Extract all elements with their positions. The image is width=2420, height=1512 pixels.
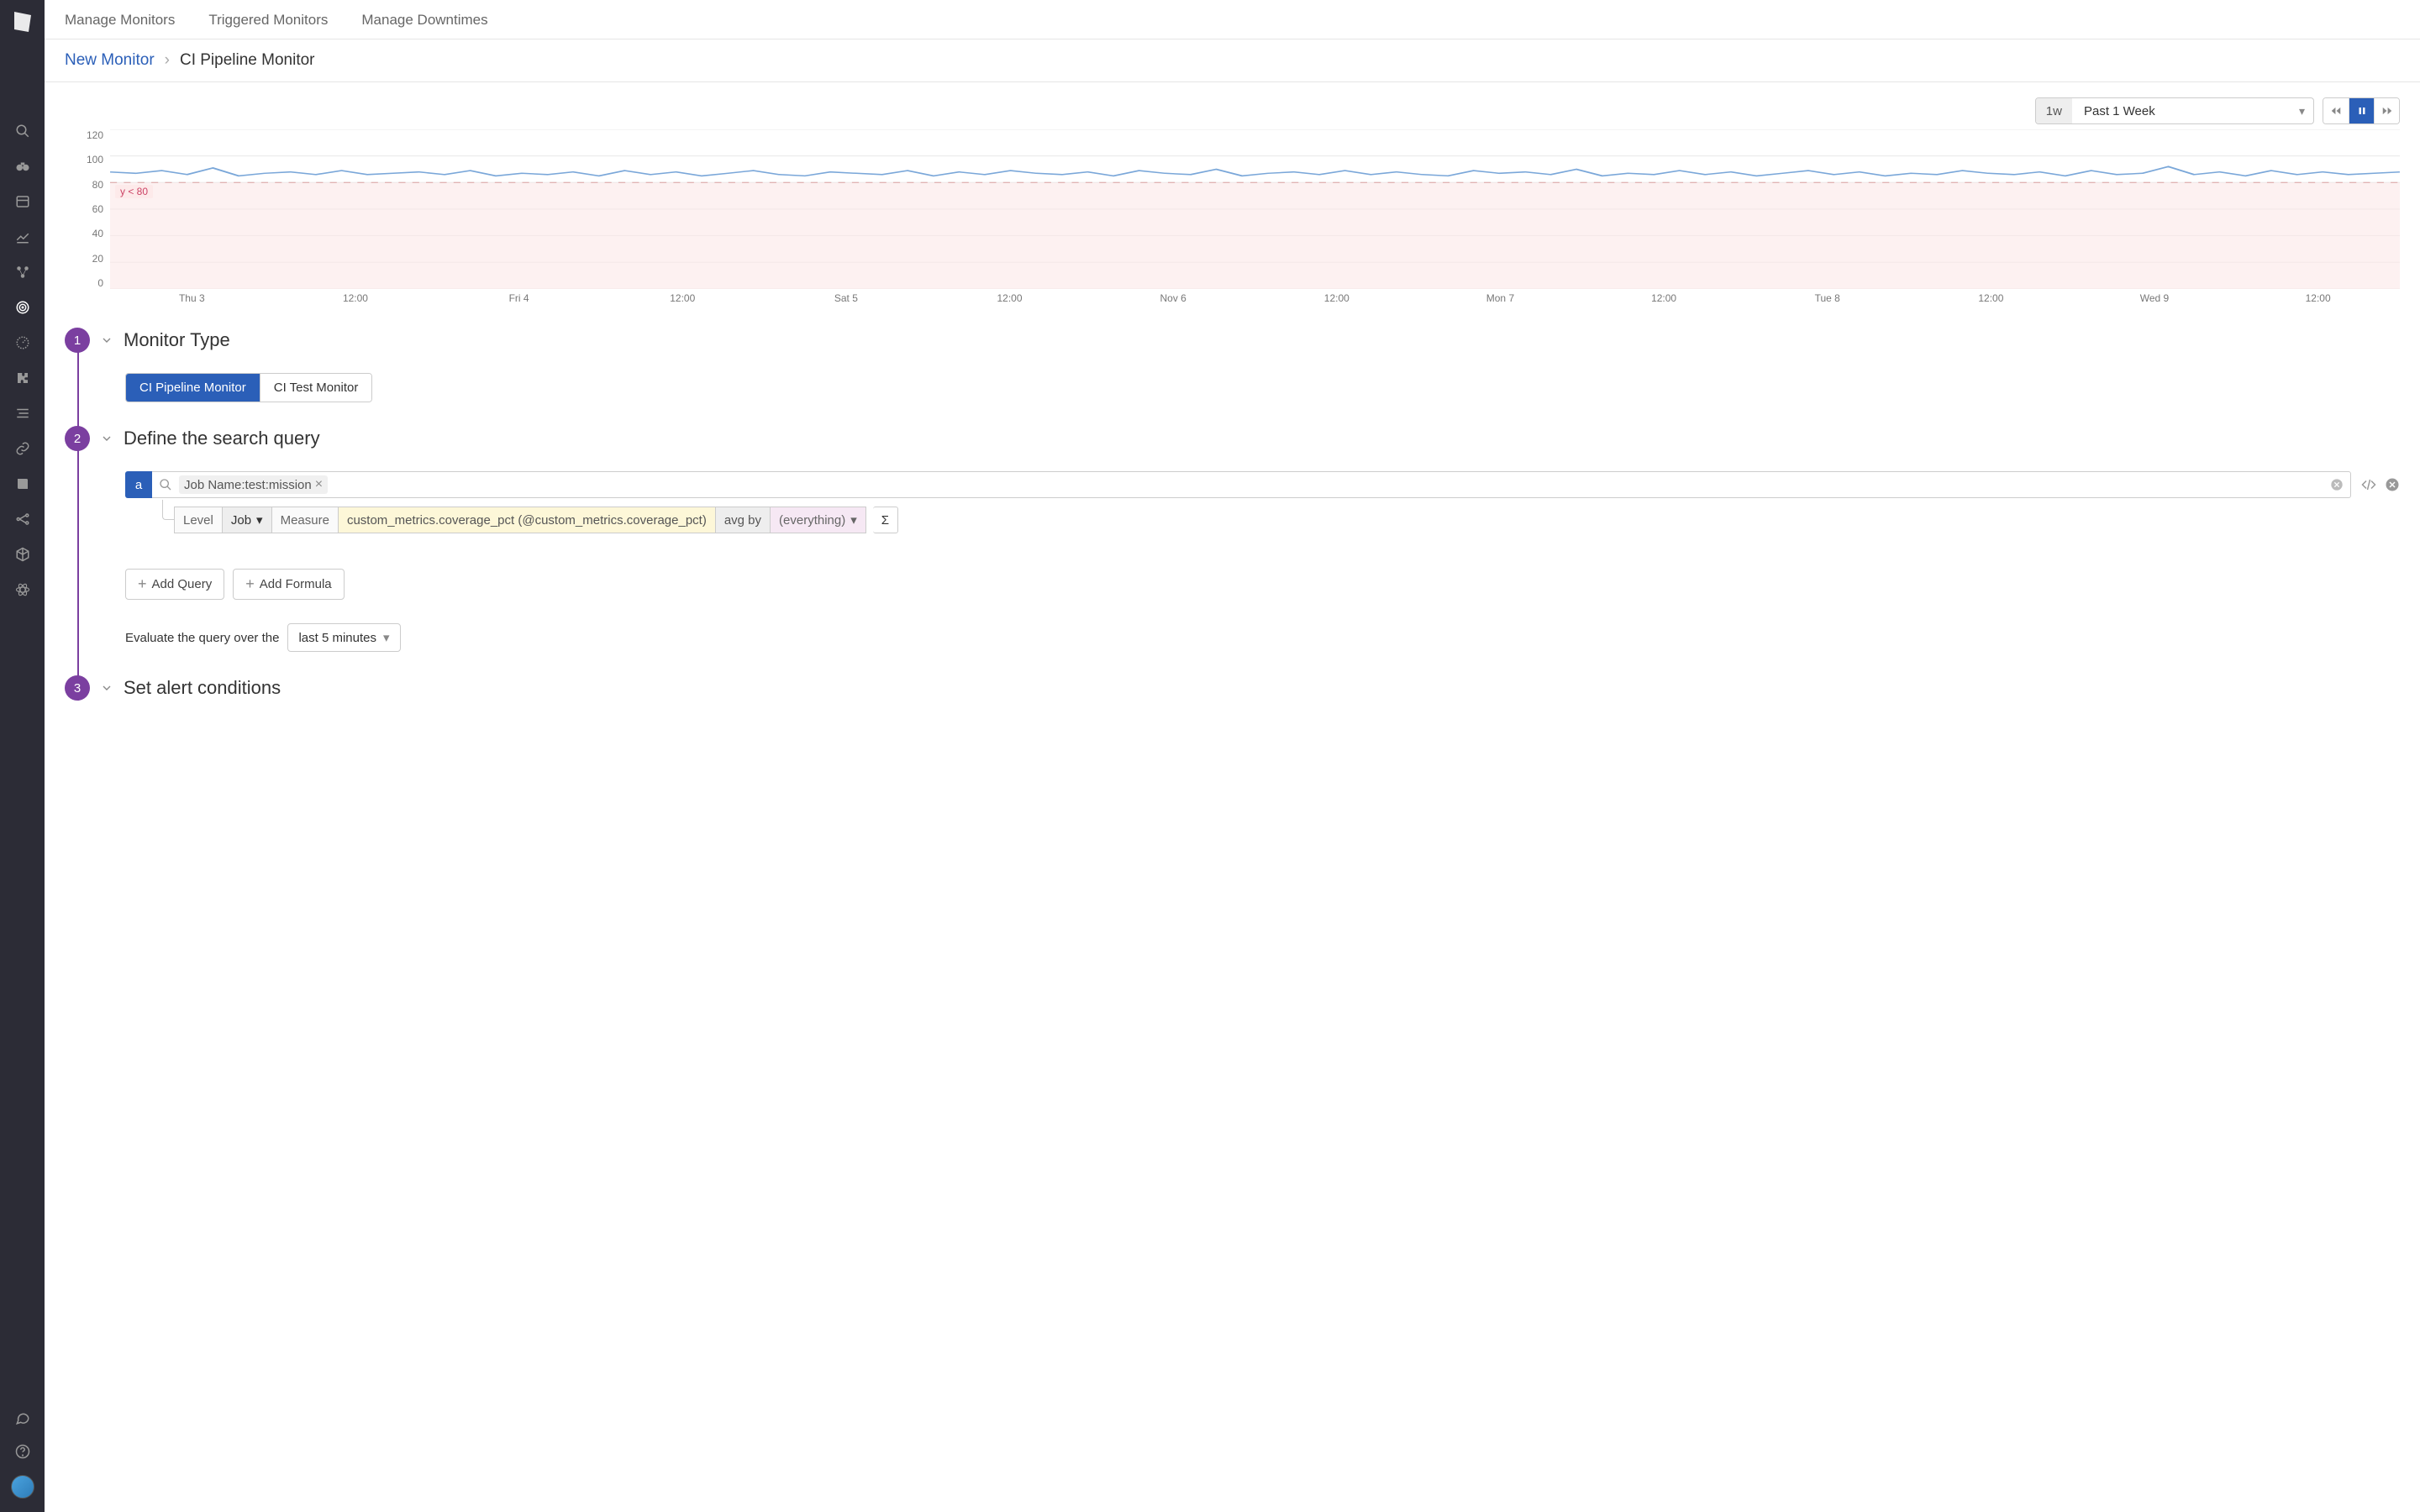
chat-icon[interactable] (13, 1408, 33, 1428)
time-range-label: Past 1 Week (2072, 104, 2291, 118)
toggle-ci-pipeline[interactable]: CI Pipeline Monitor (126, 374, 260, 402)
logo-icon[interactable] (8, 7, 38, 37)
toggle-ci-test[interactable]: CI Test Monitor (260, 374, 372, 402)
step-title-search-query: Define the search query (124, 428, 320, 449)
add-formula-button[interactable]: +Add Formula (233, 569, 344, 600)
tab-manage-monitors[interactable]: Manage Monitors (65, 12, 175, 29)
puzzle-icon[interactable] (13, 368, 33, 388)
level-select[interactable]: Job▾ (223, 507, 272, 533)
chevron-right-icon: › (165, 51, 170, 70)
flow-icon[interactable] (13, 509, 33, 529)
step-badge-2: 2 (65, 426, 90, 451)
atom-icon[interactable] (13, 580, 33, 600)
step-title-monitor-type: Monitor Type (124, 329, 230, 351)
sigma-button[interactable]: Σ (873, 507, 898, 533)
remove-icon[interactable] (2385, 477, 2400, 492)
x-axis: Thu 312:00Fri 412:00Sat 512:00Nov 612:00… (110, 289, 2400, 304)
gauge-icon[interactable] (13, 333, 33, 353)
query-filter-chip[interactable]: Job Name:test:mission × (179, 475, 328, 494)
rewind-button[interactable] (2323, 98, 2349, 123)
query-letter: a (125, 471, 152, 498)
help-icon[interactable] (13, 1441, 33, 1462)
infra-icon[interactable] (13, 262, 33, 282)
tab-triggered-monitors[interactable]: Triggered Monitors (208, 12, 328, 29)
breadcrumb-current: CI Pipeline Monitor (180, 51, 315, 70)
step-badge-3: 3 (65, 675, 90, 701)
search-icon (159, 478, 172, 491)
measure-value[interactable]: custom_metrics.coverage_pct (@custom_met… (339, 507, 716, 533)
tab-manage-downtimes[interactable]: Manage Downtimes (361, 12, 487, 29)
logs-icon[interactable] (13, 403, 33, 423)
target-icon[interactable] (13, 297, 33, 318)
query-connector (162, 500, 174, 520)
chart-icon[interactable] (13, 227, 33, 247)
cube-icon[interactable] (13, 544, 33, 564)
chevron-down-icon[interactable] (100, 333, 113, 347)
book-icon[interactable] (13, 474, 33, 494)
avgby-label: avg by (716, 507, 771, 533)
link-icon[interactable] (13, 438, 33, 459)
pause-button[interactable] (2349, 98, 2374, 123)
clear-icon[interactable] (2330, 478, 2344, 491)
playback-controls (2323, 97, 2400, 124)
chevron-down-icon[interactable] (100, 681, 113, 695)
groupby-select[interactable]: (everything)▾ (771, 507, 866, 533)
threshold-label: y < 80 (115, 185, 153, 198)
binoculars-icon[interactable] (13, 156, 33, 176)
chevron-down-icon: ▾ (2291, 104, 2313, 118)
step-badge-1: 1 (65, 328, 90, 353)
breadcrumb-link[interactable]: New Monitor (65, 51, 155, 70)
level-label: Level (174, 507, 223, 533)
chevron-down-icon[interactable] (100, 432, 113, 445)
forward-button[interactable] (2374, 98, 2399, 123)
evaluate-window-select[interactable]: last 5 minutes ▾ (287, 623, 400, 652)
left-sidebar (0, 0, 45, 1512)
breadcrumb: New Monitor › CI Pipeline Monitor (45, 39, 2420, 82)
time-range-badge: 1w (2036, 98, 2072, 123)
chart-plot: y < 80 (110, 129, 2400, 289)
code-icon[interactable] (2361, 477, 2376, 492)
list-icon[interactable] (13, 192, 33, 212)
avatar[interactable] (11, 1475, 34, 1499)
top-tabs: Manage Monitors Triggered Monitors Manag… (45, 0, 2420, 39)
close-icon[interactable]: × (315, 477, 323, 492)
time-range-picker[interactable]: 1w Past 1 Week ▾ (2035, 97, 2314, 124)
add-query-button[interactable]: +Add Query (125, 569, 224, 600)
measure-label: Measure (272, 507, 339, 533)
chart: 120 100 80 60 40 20 0 (65, 129, 2400, 289)
monitor-type-toggle: CI Pipeline Monitor CI Test Monitor (125, 373, 372, 402)
step-title-alert-conditions: Set alert conditions (124, 677, 281, 699)
search-icon[interactable] (13, 121, 33, 141)
y-axis: 120 100 80 60 40 20 0 (65, 129, 110, 289)
evaluate-label: Evaluate the query over the (125, 631, 279, 645)
query-input[interactable]: Job Name:test:mission × (152, 471, 2351, 498)
